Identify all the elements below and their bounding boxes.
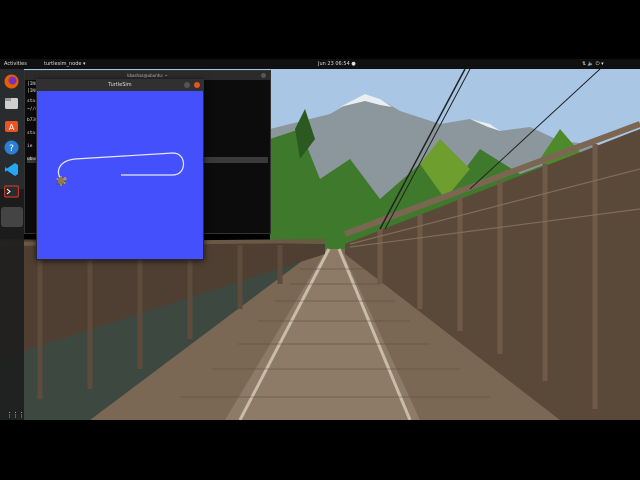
desktop-screen: Activities turtlesim_node ▾ Jun 23 06:54… (0, 59, 640, 420)
active-app-indicator[interactable] (1, 207, 23, 227)
show-apps-grid-icon[interactable]: ⋮⋮⋮ (6, 411, 25, 419)
top-bar: Activities turtlesim_node ▾ Jun 23 06:54… (0, 59, 640, 69)
help-icon[interactable]: ? (4, 140, 19, 155)
turtle-path (56, 152, 185, 187)
app-menu[interactable]: turtlesim_node ▾ (44, 59, 86, 69)
svg-text:?: ? (9, 144, 14, 154)
terminal-icon[interactable] (4, 184, 19, 199)
vscode-icon[interactable] (4, 162, 19, 177)
firefox-icon[interactable] (4, 74, 19, 89)
svg-text:A: A (9, 123, 15, 132)
terminal-close-icon[interactable] (261, 73, 266, 78)
turtlesim-title: TurtleSim (36, 79, 204, 91)
turtlesim-window[interactable]: TurtleSim (36, 79, 204, 260)
minimize-icon[interactable] (184, 82, 190, 88)
dock: A ? ⋮⋮⋮ (0, 69, 25, 420)
activities-button[interactable]: Activities (4, 59, 27, 69)
software-icon[interactable]: A (4, 118, 19, 133)
files-icon[interactable] (4, 96, 19, 111)
close-icon[interactable] (194, 82, 200, 88)
turtle-icon (56, 175, 67, 187)
clock[interactable]: Jun 23 06:54 ● (318, 59, 356, 69)
turtlesim-canvas (37, 91, 203, 259)
system-tray[interactable]: ⇅ 🔈 ⏻ ▾ (582, 59, 604, 69)
